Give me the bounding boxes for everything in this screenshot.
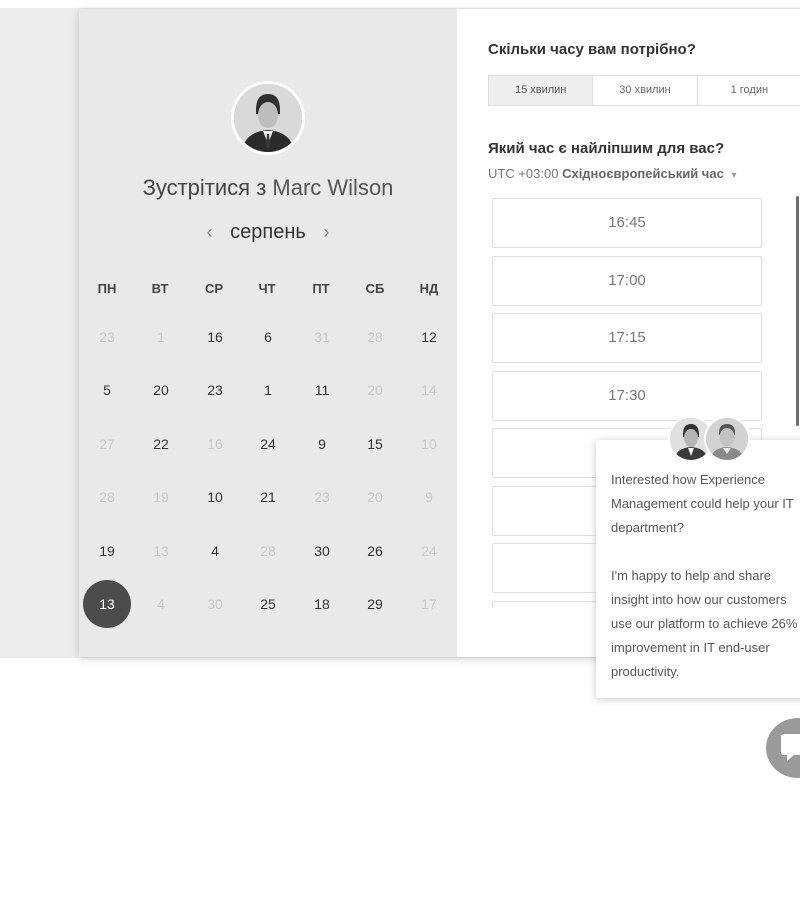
calendar-day[interactable]: 19 (83, 527, 131, 575)
calendar-day[interactable]: 11 (298, 366, 346, 414)
calendar-day[interactable]: 12 (405, 313, 453, 361)
calendar-day[interactable]: 21 (244, 473, 292, 521)
calendar-day[interactable]: 16 (191, 313, 239, 361)
calendar-day[interactable]: 5 (83, 366, 131, 414)
weekday-label: ПН (97, 281, 117, 296)
calendar-day[interactable]: 25 (244, 580, 292, 628)
calendar-day[interactable]: 28 (351, 313, 399, 361)
prev-month-icon[interactable]: ‹ (195, 222, 225, 243)
slot-list-scrollbar[interactable] (796, 196, 799, 426)
agent-avatar-2 (704, 416, 750, 462)
weekday-label: ПТ (312, 281, 330, 296)
calendar-day[interactable]: 28 (83, 473, 131, 521)
calendar-day[interactable]: 24 (244, 420, 292, 468)
time-slot[interactable]: 17:15 (492, 313, 762, 363)
calendar-day[interactable]: 15 (351, 420, 399, 468)
calendar-day[interactable]: 23 (191, 366, 239, 414)
host-avatar (231, 81, 305, 155)
duration-question: Скільки часу вам потрібно? (488, 41, 696, 58)
chat-popup[interactable]: Interested how Experience Management cou… (596, 440, 800, 698)
calendar-day[interactable]: 9 (405, 473, 453, 521)
weekday-label: СР (204, 281, 224, 296)
calendar-day[interactable]: 6 (244, 313, 292, 361)
timezone-dropdown[interactable]: UTC +03:00 Східноєвропейський час ▾ (488, 166, 736, 181)
calendar-day[interactable]: 14 (405, 366, 453, 414)
calendar-day[interactable]: 4 (137, 580, 185, 628)
calendar-day[interactable]: 18 (298, 580, 346, 628)
time-slot[interactable]: 17:30 (492, 370, 762, 421)
calendar-day[interactable]: 9 (298, 420, 346, 468)
weekday-label: НД (419, 281, 439, 296)
timezone-offset: UTC +03:00 (488, 166, 559, 181)
calendar-day[interactable]: 10 (191, 473, 239, 521)
calendar-day[interactable]: 13 (137, 527, 185, 575)
chat-popup-text: Interested how Experience Management cou… (611, 468, 800, 684)
calendar-day[interactable]: 16 (191, 420, 239, 468)
calendar-day[interactable]: 26 (351, 527, 399, 575)
calendar-day[interactable]: 23 (298, 473, 346, 521)
duration-option[interactable]: 30 хвилин (593, 76, 698, 105)
calendar-day[interactable]: 4 (191, 527, 239, 575)
time-slot[interactable]: 16:45 (492, 198, 762, 248)
calendar-day[interactable]: 24 (405, 527, 453, 575)
calendar-day[interactable]: 28 (244, 527, 292, 575)
time-slot[interactable]: 17:00 (492, 255, 762, 306)
calendar-day[interactable]: 23 (83, 313, 131, 361)
calendar-day[interactable]: 1 (137, 313, 185, 361)
calendar-day[interactable]: 20 (137, 366, 185, 414)
duration-selector: 15 хвилин 30 хвилин 1 годин (488, 75, 800, 106)
duration-option[interactable]: 15 хвилин (489, 76, 594, 105)
duration-option[interactable]: 1 годин (698, 76, 800, 105)
meeting-title: Зустрітися з Marc Wilson (79, 175, 457, 201)
calendar-day[interactable]: 22 (137, 420, 185, 468)
chat-message-2: I'm happy to help and share insight into… (611, 568, 798, 679)
chat-message-1: Interested how Experience Management cou… (611, 472, 794, 535)
calendar-day[interactable]: 17 (405, 580, 453, 628)
calendar-day[interactable]: 20 (351, 473, 399, 521)
host-name: Marc Wilson (272, 175, 394, 200)
weekday-label: СБ (365, 281, 385, 296)
meeting-title-prefix: Зустрітися з (142, 175, 267, 200)
calendar-day[interactable]: 30 (191, 580, 239, 628)
calendar-day[interactable]: 27 (83, 420, 131, 468)
person-photo-icon (706, 418, 748, 460)
calendar-day-selected[interactable]: 13 (83, 580, 131, 628)
calendar-day[interactable]: 30 (298, 527, 346, 575)
page: Зустрітися з Marc Wilson ‹ серпень › ПН В… (0, 0, 800, 900)
calendar-panel: Зустрітися з Marc Wilson ‹ серпень › ПН В… (79, 9, 457, 657)
timezone-name: Східноєвропейський час (562, 166, 724, 181)
calendar-day[interactable]: 31 (298, 313, 346, 361)
chevron-down-icon: ▾ (731, 170, 737, 181)
calendar-day[interactable]: 20 (351, 366, 399, 414)
person-photo-icon (234, 84, 302, 152)
calendar-day[interactable]: 29 (351, 580, 399, 628)
chat-launcher-button[interactable] (766, 718, 800, 778)
weekday-header: ПН ВТ СР ЧТ ПТ СБ НД (79, 281, 457, 301)
calendar-day[interactable]: 10 (405, 420, 453, 468)
weekday-label: ВТ (151, 281, 169, 296)
calendar-day[interactable]: 1 (244, 366, 292, 414)
month-navigator: ‹ серпень › (79, 221, 457, 244)
chat-bubble-icon (781, 734, 800, 761)
calendar-day[interactable]: 19 (137, 473, 185, 521)
next-month-icon[interactable]: › (311, 222, 341, 243)
agent-avatars (668, 416, 752, 464)
time-question: Який час є найліпшим для вас? (488, 140, 725, 157)
month-label: серпень (230, 221, 306, 243)
weekday-label: ЧТ (258, 281, 276, 296)
